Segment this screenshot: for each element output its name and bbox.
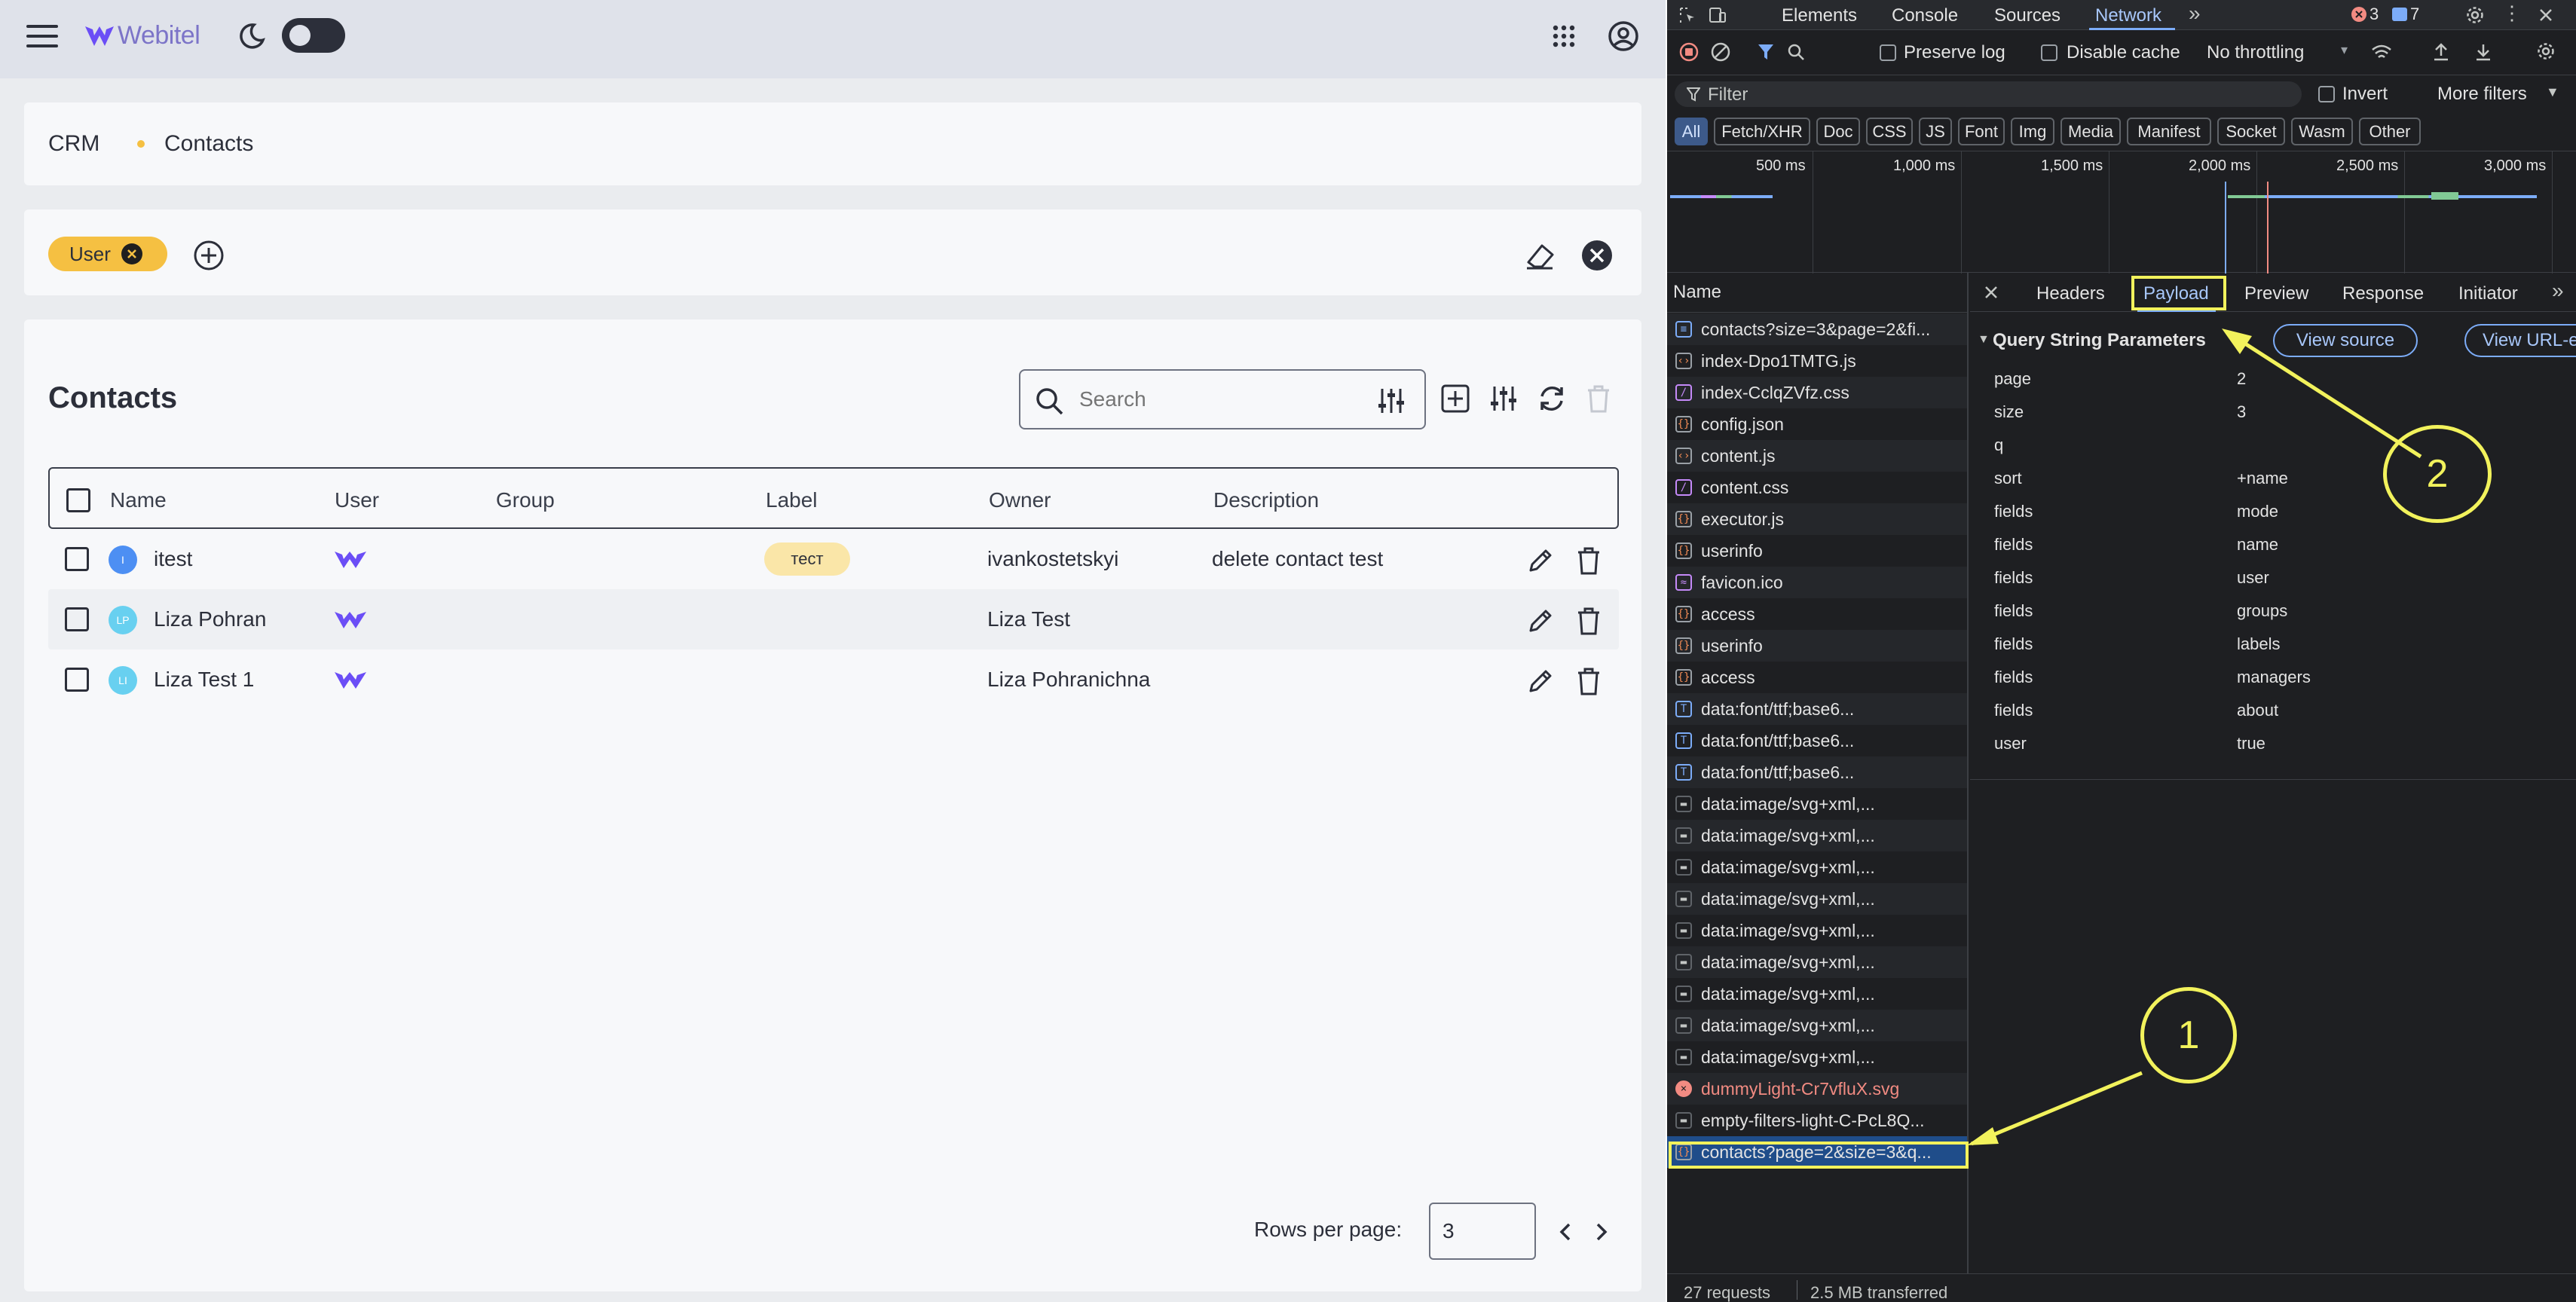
search-icon (1033, 384, 1066, 417)
rows-per-page-label: Rows per page: (1254, 1218, 1403, 1241)
edit-pencil-icon[interactable] (1524, 544, 1557, 577)
clear-filters-icon[interactable] (1580, 238, 1614, 273)
contact-name[interactable]: Liza Pohran (154, 607, 266, 631)
user-logo-icon (333, 669, 369, 692)
delete-trash-icon[interactable] (1572, 604, 1605, 637)
contacts-table: Name User Group Label Owner Description … (48, 467, 1619, 710)
column-header-label[interactable]: Label (766, 488, 818, 512)
contact-owner: Liza Test (987, 607, 1070, 631)
next-page-icon[interactable] (1589, 1219, 1614, 1245)
add-contact-icon[interactable] (1438, 381, 1473, 416)
annotation-number-2: 2 (2426, 452, 2449, 496)
column-header-user[interactable]: User (335, 488, 379, 512)
breadcrumb-root[interactable]: CRM (48, 131, 99, 157)
user-logo-icon (333, 609, 369, 631)
logo-text: Webitel (118, 21, 200, 50)
search-settings-icon[interactable] (1375, 384, 1408, 417)
delete-selected-icon[interactable] (1581, 381, 1616, 416)
account-icon[interactable] (1607, 20, 1640, 53)
delete-trash-icon[interactable] (1572, 665, 1605, 698)
column-settings-icon[interactable] (1486, 381, 1521, 416)
table-row[interactable]: I itest тест ivankostetskyi delete conta… (48, 529, 1619, 589)
column-header-owner[interactable]: Owner (989, 488, 1051, 512)
row-checkbox[interactable] (65, 607, 89, 631)
table-header: Name User Group Label Owner Description (48, 467, 1619, 529)
filter-bar: User (24, 209, 1641, 295)
column-header-description[interactable]: Description (1213, 488, 1319, 512)
contact-owner: Liza Pohranichna (987, 668, 1151, 691)
breadcrumb-current: Contacts (164, 131, 254, 156)
breadcrumb-separator (137, 140, 145, 148)
eraser-icon[interactable] (1522, 238, 1557, 273)
column-header-group[interactable]: Group (496, 488, 555, 512)
remove-chip-icon[interactable] (121, 243, 142, 264)
contact-name[interactable]: Liza Test 1 (154, 668, 254, 692)
label-badge: тест (764, 542, 850, 576)
breadcrumb: CRM Contacts (24, 102, 1641, 185)
apps-grid-icon[interactable] (1549, 21, 1579, 51)
annotation-circle-1: 1 (2140, 987, 2237, 1083)
prev-page-icon[interactable] (1553, 1219, 1578, 1245)
webitel-logo-icon (83, 21, 116, 51)
theme-toggle[interactable] (282, 18, 345, 53)
table-row[interactable]: LI Liza Test 1 Liza Pohranichna (48, 649, 1619, 710)
moon-icon[interactable] (235, 18, 270, 53)
edit-pencil-icon[interactable] (1524, 604, 1557, 637)
user-filter-chip[interactable]: User (48, 237, 167, 271)
avatar: LI (109, 666, 137, 695)
contact-name[interactable]: itest (154, 547, 192, 571)
annotation-circle-2: 2 (2383, 425, 2492, 523)
avatar: I (109, 546, 137, 574)
rows-per-page-input[interactable]: 3 (1429, 1203, 1536, 1260)
search-input[interactable] (1079, 384, 1351, 414)
annotation-number-1: 1 (2177, 1013, 2200, 1057)
contact-description: delete contact test (1212, 547, 1384, 570)
row-checkbox[interactable] (65, 547, 89, 571)
crm-app: Webitel CRM Contacts User Contacts Searc… (0, 0, 1666, 1302)
refresh-icon[interactable] (1534, 381, 1569, 416)
add-filter-icon[interactable] (191, 238, 226, 273)
contacts-panel: Contacts Name User (24, 319, 1641, 1291)
row-checkbox[interactable] (65, 668, 89, 692)
annotation-arrows (1967, 329, 2422, 1146)
devtools-panel: Elements Console Sources Network » 3 7 ⋮ (1667, 0, 2576, 1302)
rows-per-page-value: 3 (1442, 1219, 1455, 1242)
filter-chip-label: User (69, 242, 111, 265)
top-bar: Webitel (0, 0, 1666, 78)
menu-icon[interactable] (26, 23, 59, 50)
search-field[interactable] (1019, 369, 1426, 429)
user-logo-icon (333, 549, 369, 571)
delete-trash-icon[interactable] (1572, 544, 1605, 577)
table-row[interactable]: LP Liza Pohran Liza Test (48, 589, 1619, 649)
column-header-name[interactable]: Name (110, 488, 167, 512)
contact-owner: ivankostetskyi (987, 547, 1119, 570)
page-title: Contacts (48, 381, 178, 414)
edit-pencil-icon[interactable] (1524, 665, 1557, 698)
avatar: LP (109, 606, 137, 634)
select-all-checkbox[interactable] (66, 488, 90, 512)
toggle-knob (289, 25, 311, 46)
